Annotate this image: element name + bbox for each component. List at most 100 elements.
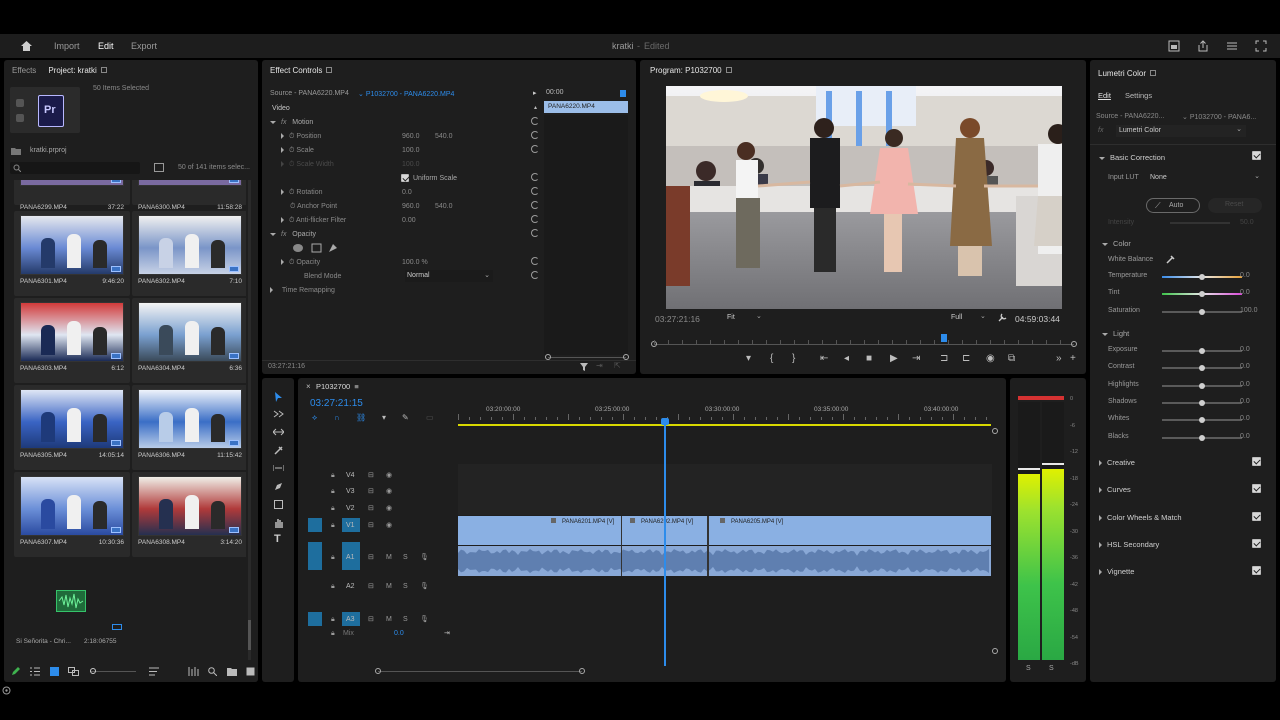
new-item-icon[interactable] [246, 667, 255, 676]
blend-mode-dropdown[interactable]: Normal ⌄ [405, 270, 493, 282]
linked-selection-icon[interactable]: ⛓ [356, 413, 366, 422]
audio-clip-track[interactable] [458, 546, 991, 576]
reset-icon[interactable] [531, 201, 539, 209]
freeform-view-icon[interactable] [68, 667, 79, 676]
sync-lock-icon[interactable]: ⊟ [368, 521, 374, 529]
lock-icon[interactable]: 🔒︎ [331, 583, 335, 591]
ec-zoom-scroll[interactable] [545, 354, 629, 360]
menu-icon[interactable] [1226, 40, 1238, 52]
step-back-icon[interactable]: ◂ [844, 354, 849, 364]
clip-thumbnail[interactable]: PANA6306.MP4 11:15:42 [132, 385, 246, 470]
microphone-icon[interactable]: 🎙︎ [420, 582, 429, 590]
snap-icon[interactable]: ∩ [334, 413, 340, 422]
clip-thumbnail[interactable]: PANA6299.MP4 37:22 [14, 180, 130, 211]
selection-tool-icon[interactable] [274, 392, 283, 402]
track-name[interactable]: V4 [346, 472, 355, 479]
ec-clip-bar[interactable]: PANA6220.MP4 [544, 101, 628, 113]
lock-icon[interactable]: 🔒︎ [331, 488, 335, 496]
timeline-settings-icon[interactable]: ✎ [402, 413, 409, 422]
clip-thumbnail[interactable]: PANA6305.MP4 14:05:14 [14, 385, 130, 470]
play-icon[interactable]: ▶ [890, 354, 898, 364]
vscroll-bottom[interactable] [992, 648, 998, 654]
timeline-close-icon[interactable]: × [306, 382, 311, 391]
source-patch[interactable] [308, 542, 322, 570]
lumetri-section-checkbox[interactable] [1252, 457, 1261, 466]
lumetri-subtab-settings[interactable]: Settings [1125, 91, 1152, 100]
ec-rotation-value[interactable]: 0.0 [402, 189, 412, 196]
find-icon[interactable] [208, 667, 217, 676]
marker-icon[interactable]: ▾ [746, 354, 751, 364]
fullscreen-icon[interactable] [1255, 40, 1267, 52]
eye-icon[interactable]: ◉ [386, 487, 392, 495]
icon-view-icon[interactable] [50, 667, 59, 676]
more-controls-icon[interactable]: » [1056, 354, 1062, 364]
work-area-bar[interactable] [458, 424, 991, 426]
basic-correction-checkbox[interactable] [1252, 151, 1261, 160]
lumetri-slider-value[interactable]: 100.0 [1240, 307, 1258, 314]
lock-icon[interactable]: 🔒︎ [331, 554, 335, 562]
lock-icon[interactable]: 🔒︎ [331, 630, 335, 638]
slider-knob[interactable] [1199, 348, 1205, 354]
reset-icon[interactable] [531, 173, 539, 181]
track-name[interactable]: V1 [346, 522, 355, 529]
solo-right-button[interactable]: S [1049, 665, 1054, 672]
lumetri-section[interactable]: Creative [1090, 456, 1276, 470]
add-button-icon[interactable]: + [1070, 354, 1076, 364]
lumetri-slider[interactable] [1162, 365, 1242, 372]
lumetri-section[interactable]: Curves [1090, 483, 1276, 497]
lumetri-slider-value[interactable]: 0.0 [1240, 381, 1250, 388]
tab-lumetri[interactable]: Lumetri Color [1098, 69, 1157, 78]
slider-knob[interactable] [1199, 291, 1205, 298]
ec-play-icon[interactable]: ▸ [533, 89, 537, 97]
mute-button[interactable]: M [386, 554, 392, 561]
source-patch[interactable] [308, 612, 322, 626]
reset-icon[interactable] [531, 257, 539, 265]
source-patch[interactable] [308, 518, 322, 532]
tab-program[interactable]: Program: P1032700 [650, 66, 732, 75]
lumetri-slider[interactable] [1162, 417, 1242, 424]
lock-icon[interactable]: 🔒︎ [331, 616, 335, 624]
lumetri-slider[interactable] [1162, 434, 1242, 441]
tab-project[interactable]: Project: kratki [48, 66, 107, 75]
lumetri-slider-value[interactable]: 0.0 [1240, 433, 1250, 440]
slip-tool-icon[interactable] [273, 464, 284, 472]
nav-edit[interactable]: Edit [98, 41, 114, 51]
clip-thumbnail[interactable]: PANA6308.MP4 3:14:20 [132, 472, 246, 557]
slider-knob[interactable] [1199, 417, 1205, 424]
eye-icon[interactable]: ◉ [386, 521, 392, 529]
basic-correction-header[interactable]: Basic Correction [1099, 153, 1165, 162]
sync-lock-icon[interactable]: ⊟ [368, 553, 374, 561]
reset-icon[interactable] [531, 271, 539, 279]
project-scrollbar[interactable] [248, 180, 251, 660]
ec-antiflicker-value[interactable]: 0.00 [402, 217, 416, 224]
type-tool-icon[interactable]: T [274, 533, 281, 545]
auto-button[interactable]: Auto ⟋ [1146, 198, 1200, 213]
export-frame-icon[interactable]: ⇱ [614, 361, 621, 370]
uniform-scale-checkbox[interactable] [401, 174, 409, 182]
clip-thumbnail[interactable]: PANA6307.MP4 10:30:36 [14, 472, 130, 557]
track-name[interactable]: V2 [346, 505, 355, 512]
new-bin-icon[interactable] [154, 163, 164, 172]
ec-sequence-clip-dropdown[interactable]: ⌄ P1032700 - PANA6220.MP4 [358, 90, 454, 98]
lumetri-slider[interactable] [1162, 399, 1242, 406]
ripple-edit-icon[interactable] [273, 428, 284, 436]
edit-point[interactable] [621, 516, 622, 576]
lumetri-slider-value[interactable]: 0.0 [1240, 415, 1250, 422]
tab-menu-icon[interactable] [1150, 70, 1157, 77]
reset-icon[interactable] [531, 117, 539, 125]
mute-button[interactable]: M [386, 616, 392, 623]
effect-dropdown[interactable]: Lumetri Color ⌄ [1116, 125, 1246, 137]
program-scrubber[interactable] [651, 334, 1077, 347]
reset-button[interactable]: Reset [1208, 198, 1262, 213]
sort-icon[interactable] [149, 667, 159, 676]
home-icon[interactable] [20, 40, 33, 52]
ec-position-y[interactable]: 540.0 [435, 133, 453, 140]
timeline-tab[interactable]: P1032700 ≡ [316, 382, 359, 391]
reset-icon[interactable] [531, 187, 539, 195]
nest-icon[interactable]: ⟡ [312, 413, 317, 423]
audio-item[interactable]: Si Señorita - Chri... 2:18:06755 [14, 560, 130, 645]
extract-icon[interactable]: ⊏ [962, 354, 970, 364]
slider-knob[interactable] [1199, 365, 1205, 372]
slider-knob[interactable] [1199, 308, 1205, 315]
lumetri-slider-value[interactable]: 0.0 [1240, 346, 1250, 353]
